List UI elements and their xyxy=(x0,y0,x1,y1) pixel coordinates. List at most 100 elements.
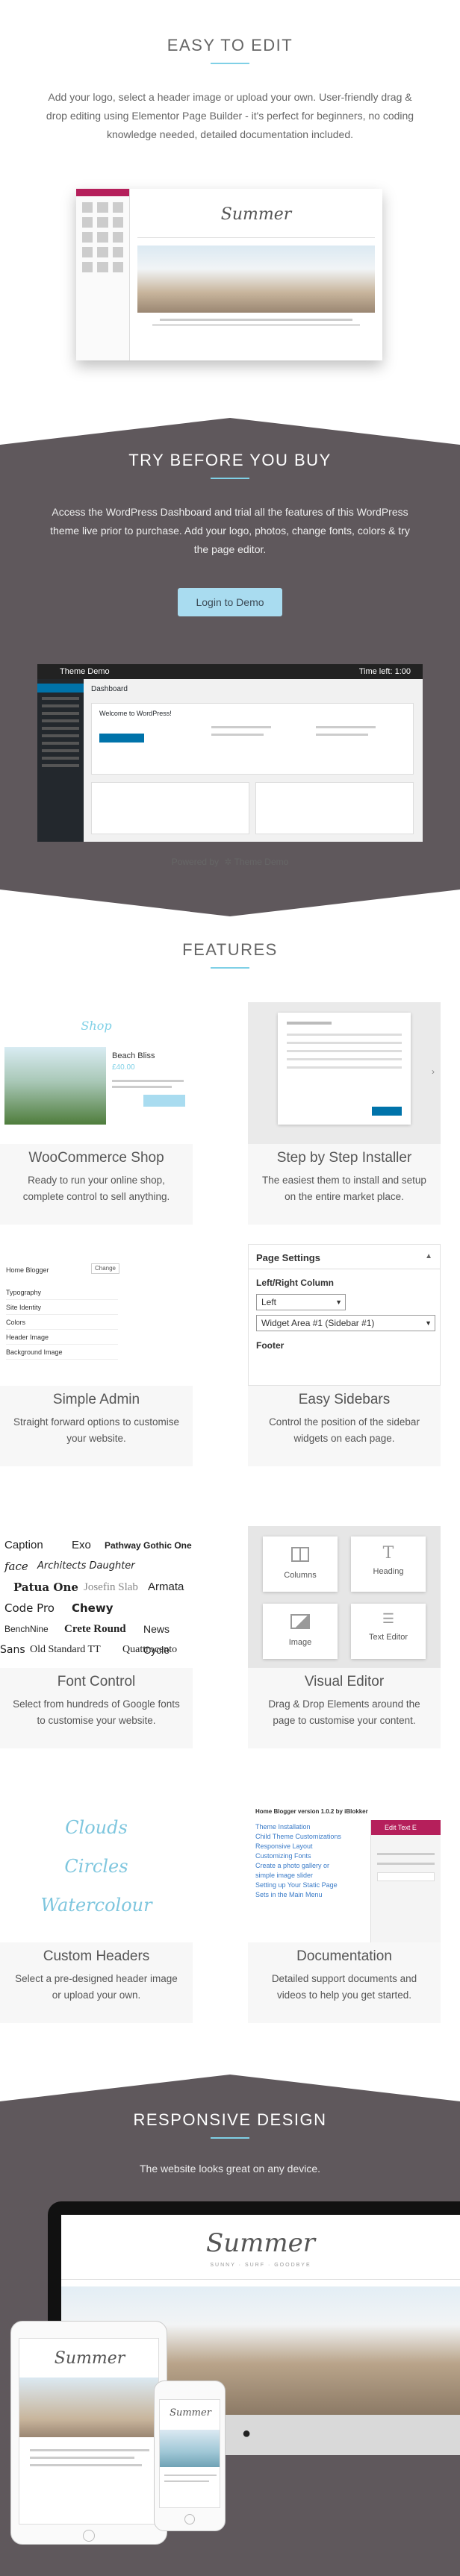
fonts-preview: Caption Exo Pathway Gothic One face Arch… xyxy=(0,1526,193,1668)
feature-desc: Drag & Drop Elements around the page to … xyxy=(268,1698,420,1726)
feature-title: Documentation xyxy=(296,1948,392,1964)
footer-label: Footer xyxy=(256,1340,285,1351)
feature-card-fonts: Caption Exo Pathway Gothic One face Arch… xyxy=(0,1526,193,1748)
admin-menu-item[interactable]: Typography xyxy=(6,1289,118,1300)
documentation-preview: Home Blogger version 1.0.2 by iBlokker E… xyxy=(248,1801,441,1942)
font-sample: Crete Round xyxy=(64,1623,126,1635)
editor-screenshot: Summer xyxy=(76,189,382,360)
easy-title: EASY TO EDIT xyxy=(167,36,293,54)
editor-panel-title: Edit Text E xyxy=(371,1820,441,1835)
feature-title: WooCommerce Shop xyxy=(28,1150,164,1166)
chevron-right-icon[interactable]: › xyxy=(432,1066,435,1077)
position-value: Left xyxy=(261,1297,277,1307)
monitor-tagline: SUNNY · SURF · GOODBYE xyxy=(210,2263,311,2268)
feature-title: Simple Admin xyxy=(52,1392,140,1407)
monitor-brand: Summer xyxy=(205,2228,316,2258)
widget-area-select[interactable]: Widget Area #1 (Sidebar #1) ▼ xyxy=(256,1315,435,1331)
feature-desc: Select from hundreds of Google fonts to … xyxy=(13,1698,180,1726)
theme-demo-logo-icon: ✲ xyxy=(224,857,232,867)
font-sample: Code Pro xyxy=(4,1601,55,1615)
powered-by: Powered by ✲ Theme Demo xyxy=(0,857,460,867)
responsive-text: The website looks great on any device. xyxy=(139,2163,321,2175)
add-to-cart-button[interactable] xyxy=(143,1095,185,1107)
visual-editor-preview: Columns T Heading Image ☰ Text Editor xyxy=(248,1526,441,1668)
feature-title: Easy Sidebars xyxy=(298,1392,391,1407)
editor-sidebar xyxy=(76,189,130,360)
phone-brand: Summer xyxy=(170,2407,211,2419)
doc-link[interactable]: Theme Installation xyxy=(255,1823,311,1831)
position-select[interactable]: Left ▼ xyxy=(256,1294,346,1310)
feature-desc: Control the position of the sidebar widg… xyxy=(269,1416,420,1444)
admin-preview: Home Blogger Change Typography Site Iden… xyxy=(0,1244,193,1386)
product-name: Beach Bliss xyxy=(112,1051,155,1060)
headers-preview: Clouds Circles Watercolour xyxy=(0,1801,193,1942)
font-sample: Patua One xyxy=(13,1581,78,1594)
widget-text-editor[interactable]: ☰ Text Editor xyxy=(351,1604,426,1659)
wp-welcome-panel: Welcome to WordPress! xyxy=(91,703,414,775)
feature-title: Step by Step Installer xyxy=(276,1150,412,1166)
doc-link[interactable]: Setting up Your Static Page xyxy=(255,1881,338,1889)
header-sample: Clouds xyxy=(65,1817,128,1838)
admin-menu-item[interactable]: Background Image xyxy=(6,1348,118,1360)
installer-preview: › xyxy=(248,1002,441,1144)
feature-desc: The easiest them to install and setup on… xyxy=(262,1175,426,1202)
feature-desc: Select a pre-designed header image or up… xyxy=(15,1973,178,2001)
easy-to-edit-section: EASY TO EDIT Add your logo, select a hea… xyxy=(0,0,460,418)
page-settings-title: Page Settings xyxy=(256,1252,320,1263)
feature-title: Font Control xyxy=(57,1674,136,1689)
widget-heading[interactable]: T Heading xyxy=(351,1536,426,1592)
admin-menu-item[interactable]: Header Image xyxy=(6,1334,118,1345)
doc-link[interactable]: Create a photo gallery or xyxy=(255,1862,329,1869)
feature-title: Custom Headers xyxy=(43,1948,150,1964)
easy-rule xyxy=(211,63,249,64)
demo-screenshot: Theme Demo Time left: 1:00 Dashboard Wel… xyxy=(37,664,423,842)
doc-link[interactable]: simple image slider xyxy=(255,1872,313,1879)
demo-topbar: Theme Demo Time left: 1:00 xyxy=(37,664,423,679)
font-sample: Armata xyxy=(148,1581,184,1593)
widget-label: Image xyxy=(288,1638,312,1647)
font-sample: Pathway Gothic One xyxy=(105,1540,192,1551)
font-sample: Chewy xyxy=(72,1601,114,1615)
sidebars-preview: Page Settings ▲ Left/Right Column Left ▼… xyxy=(248,1244,441,1386)
feature-desc: Detailed support documents and videos to… xyxy=(271,1973,417,2001)
features-rule xyxy=(211,967,249,969)
admin-active-theme: Home Blogger xyxy=(6,1266,49,1274)
tablet-device: Summer xyxy=(10,2321,167,2545)
shop-label: Shop xyxy=(81,1019,112,1033)
font-sample: Quattrocento xyxy=(122,1644,178,1655)
responsive-rule xyxy=(211,2137,249,2139)
editor-preview: Summer xyxy=(130,189,382,360)
font-sample: BenchNine xyxy=(4,1624,49,1634)
wp-welcome-text: Welcome to WordPress! xyxy=(99,710,172,717)
doc-link[interactable]: Child Theme Customizations xyxy=(255,1833,341,1840)
login-demo-button[interactable]: Login to Demo xyxy=(178,588,282,616)
try-title: TRY BEFORE YOU BUY xyxy=(128,451,332,469)
font-sample: Caption xyxy=(4,1539,43,1551)
doc-header: Home Blogger version 1.0.2 by iBlokker xyxy=(255,1808,368,1815)
change-button[interactable]: Change xyxy=(91,1263,119,1274)
doc-link[interactable]: Sets in the Main Menu xyxy=(255,1891,323,1898)
columns-icon xyxy=(291,1547,309,1562)
wp-admin-menu xyxy=(37,679,84,842)
tablet-brand: Summer xyxy=(54,2349,125,2368)
chevron-up-icon[interactable]: ▲ xyxy=(425,1252,432,1260)
widget-columns[interactable]: Columns xyxy=(263,1536,338,1592)
widget-image[interactable]: Image xyxy=(263,1604,338,1659)
feature-card-installer: › Step by Step Installer The easiest the… xyxy=(248,1002,441,1225)
text-editor-icon: ☰ xyxy=(382,1611,395,1626)
admin-menu-item[interactable]: Site Identity xyxy=(6,1304,118,1315)
doc-link[interactable]: Customizing Fonts xyxy=(255,1852,311,1860)
responsive-title: RESPONSIVE DESIGN xyxy=(133,2110,327,2129)
feature-card-admin: Home Blogger Change Typography Site Iden… xyxy=(0,1244,193,1466)
header-sample: Circles xyxy=(64,1856,128,1877)
chevron-down-icon: ▼ xyxy=(425,1319,432,1327)
font-sample: Architects Daughter xyxy=(37,1560,135,1572)
feature-title: Visual Editor xyxy=(304,1674,385,1689)
feature-card-woocommerce: Shop Beach Bliss £40.00 WooCommerce Shop… xyxy=(0,1002,193,1225)
widget-label: Heading xyxy=(373,1567,404,1576)
doc-link[interactable]: Responsive Layout xyxy=(255,1842,313,1850)
admin-menu-item[interactable]: Colors xyxy=(6,1319,118,1330)
feature-card-visual-editor: Columns T Heading Image ☰ Text Editor Vi… xyxy=(248,1526,441,1748)
easy-text: Add your logo, select a header image or … xyxy=(46,91,414,140)
responsive-section: RESPONSIVE DESIGN The website looks grea… xyxy=(0,2075,460,2576)
